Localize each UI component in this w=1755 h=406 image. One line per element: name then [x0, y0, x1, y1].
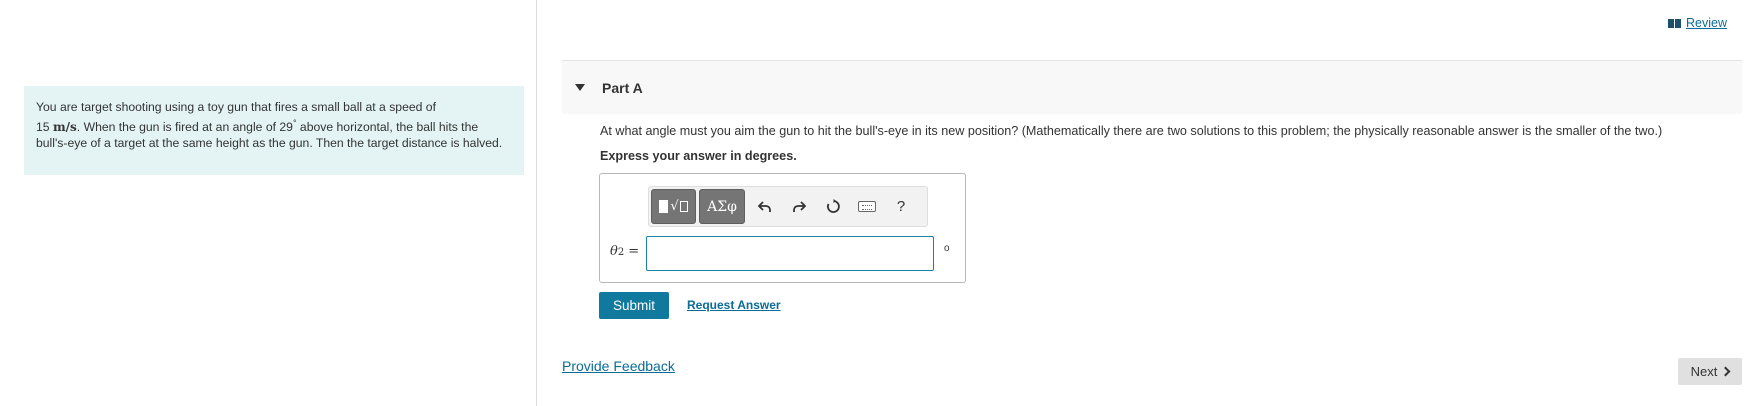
help-button[interactable]: ? — [884, 189, 918, 224]
submit-button[interactable]: Submit — [599, 292, 669, 319]
next-button[interactable]: Next — [1678, 358, 1742, 385]
theta-subscript: 2 — [617, 247, 625, 258]
speed-unit: m/s — [52, 120, 77, 135]
answer-box: √ ΑΣφ ? θ2 = o — [599, 173, 966, 283]
panel-divider — [536, 0, 537, 406]
problem-text-2: . When the gun is fired at an angle of 2… — [76, 120, 293, 135]
symbols-button[interactable]: ΑΣφ — [699, 189, 745, 224]
part-title: Part A — [602, 79, 643, 96]
provide-feedback-link[interactable]: Provide Feedback — [562, 358, 675, 374]
chevron-right-icon — [1720, 366, 1731, 377]
answer-input[interactable] — [646, 236, 934, 271]
part-a-header[interactable]: Part A — [562, 60, 1742, 114]
template-square-icon — [659, 200, 669, 213]
problem-text-1: You are target shooting using a toy gun … — [36, 100, 436, 114]
equals-sign: = — [628, 244, 640, 259]
book-icon — [1668, 18, 1681, 28]
next-label: Next — [1690, 364, 1718, 379]
undo-icon[interactable] — [748, 189, 782, 224]
answer-variable-label: θ2 = — [610, 244, 639, 259]
request-answer-link[interactable]: Request Answer — [687, 298, 781, 312]
template-box-icon — [679, 201, 688, 212]
answer-unit: o — [944, 243, 950, 254]
question-text: At what angle must you aim the gun to hi… — [600, 124, 1663, 138]
caret-down-icon[interactable] — [575, 84, 585, 91]
speed-value: 15 — [36, 120, 50, 135]
review-link[interactable]: Review — [1668, 16, 1727, 30]
reset-icon[interactable] — [816, 189, 850, 224]
review-label: Review — [1686, 16, 1727, 30]
problem-statement: You are target shooting using a toy gun … — [24, 86, 524, 175]
keyboard-icon[interactable] — [850, 189, 884, 224]
math-toolbar: √ ΑΣφ ? — [648, 186, 928, 227]
problem-panel: You are target shooting using a toy gun … — [0, 0, 536, 406]
radical-icon: √ — [670, 199, 679, 214]
instruction-text: Express your answer in degrees. — [600, 149, 797, 163]
redo-icon[interactable] — [782, 189, 816, 224]
theta-symbol: θ — [610, 244, 618, 259]
templates-button[interactable]: √ — [651, 189, 696, 224]
